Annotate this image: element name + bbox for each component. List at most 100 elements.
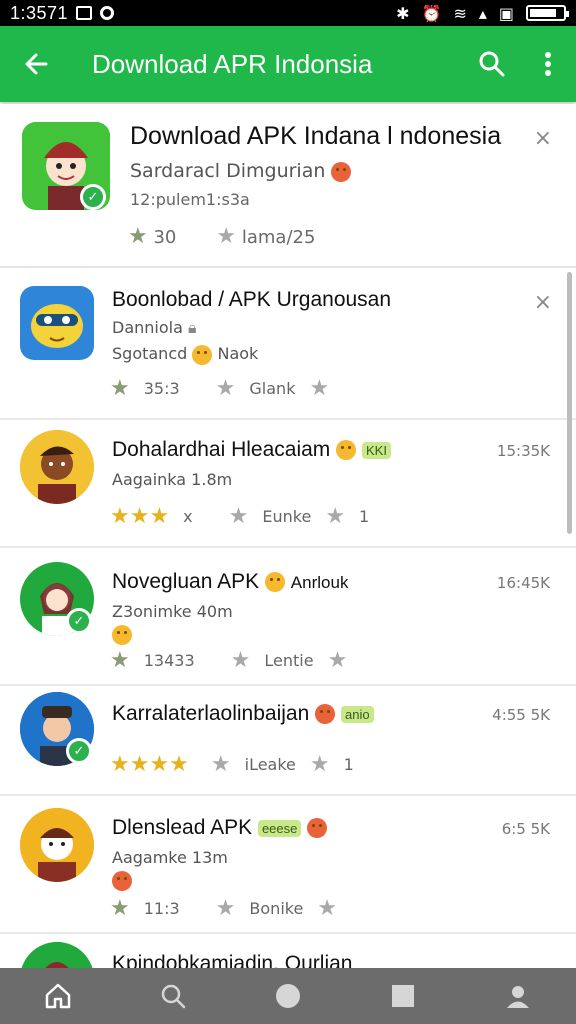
app-meta: Z3onimke 40m (112, 602, 233, 621)
app-rating: ★ 35:3 ★ Glank ★ (110, 376, 329, 401)
rating-count: Glank (249, 379, 296, 398)
list-item[interactable]: Kpindobkamiadin. Ourlian (0, 934, 576, 968)
app-size: 4:55 5K (492, 706, 550, 724)
app-size: 15:35K (496, 442, 550, 460)
app-size: 6:5 5K (501, 820, 550, 838)
verified-check-icon: ✓ (66, 738, 92, 764)
close-icon[interactable]: × (534, 126, 552, 151)
status-time: 1:3571 (10, 2, 69, 23)
verified-check-icon: ✓ (66, 608, 92, 634)
star-icon: ★ (317, 896, 338, 921)
app-size: 16:45K (496, 574, 550, 592)
image-icon (76, 6, 93, 20)
app-title: Novegluan APK (112, 570, 260, 593)
emoji-icon (315, 704, 336, 725)
rating-value: 11:3 (143, 899, 180, 918)
back-arrow-icon[interactable] (0, 26, 72, 102)
alarm-icon: ⏰ (421, 3, 442, 23)
list-item[interactable]: Dohalardhai Hleacaiam KKI 15:35K Aagaink… (0, 420, 576, 548)
star-icon: ★★★ (110, 504, 170, 529)
lock-icon: 🔒︎ (187, 318, 197, 337)
list-item[interactable]: ✓ Novegluan APK Anrlouk 16:45K Z3onimke … (0, 548, 576, 686)
rating-count: Eunke (262, 507, 312, 526)
tag-badge: KKI (361, 441, 391, 459)
emoji-icon (112, 870, 132, 891)
verified-check-icon: ✓ (80, 184, 106, 210)
app-meta-2: Naok (217, 344, 259, 363)
emoji-icon (112, 624, 132, 645)
emoji-icon (307, 818, 328, 839)
close-icon[interactable]: × (534, 290, 552, 315)
emoji-icon (331, 161, 352, 182)
star-icon: ★ (309, 376, 330, 401)
app-title: Boonlobad / APK Urganousan (112, 288, 392, 311)
rating-value: 13433 (143, 651, 195, 670)
app-bar: Download APR Indonsia (0, 26, 576, 102)
app-icon (20, 430, 94, 504)
search-icon[interactable] (464, 26, 520, 102)
star-icon: ★ (215, 376, 236, 401)
featured-title: Download APK Indana l ndonesia (130, 122, 502, 150)
star-icon: ★ (110, 896, 130, 921)
status-bar: 1:3571 ✱ ⏰ ≋ ▴ ▣ (0, 0, 576, 26)
app-rating: ★ 11:3 ★ Bonike ★ (110, 896, 337, 921)
emoji-icon (336, 440, 357, 461)
app-icon (20, 942, 94, 968)
bottom-nav (0, 968, 576, 1024)
star-icon: ★ (325, 504, 346, 529)
star-icon: ★ (110, 376, 130, 401)
app-title: Dlenslead APK (112, 816, 253, 839)
app-title-suffix: Anrlouk (290, 573, 349, 592)
star-icon: ★ (210, 752, 231, 777)
rating-suffix: 1 (359, 507, 370, 526)
square-icon[interactable] (373, 968, 433, 1024)
app-meta: Aagainka 1.8m (112, 470, 233, 489)
tag-badge: eeese (257, 819, 302, 837)
featured-rating: ★ 30 ★ lama/25 (128, 224, 315, 249)
star-icon: ★ (309, 752, 330, 777)
star-icon: ★ (228, 504, 249, 529)
app-title: Kpindobkamiadin. Ourlian (112, 952, 353, 968)
rating-value: 30 (153, 227, 177, 248)
star-icon: ★ (230, 648, 251, 673)
rating-count: iLeake (244, 755, 296, 774)
rating-count: Lentie (264, 651, 314, 670)
more-vert-icon[interactable] (520, 26, 576, 102)
emoji-icon (264, 572, 285, 593)
profile-icon[interactable] (488, 968, 548, 1024)
featured-meta: 12:pulem1:s3a (130, 190, 250, 209)
featured-subtitle: Sardaracl Dimgurian (130, 160, 326, 182)
app-developer: Danniola (112, 318, 183, 337)
tag-badge: anio (340, 705, 374, 723)
home-icon[interactable] (28, 968, 88, 1024)
list-item[interactable]: Boonlobad / APK Urganousan × Danniola 🔒︎… (0, 270, 576, 420)
star-icon: ★★★★ (110, 752, 189, 777)
app-rating: ★★★ x ★ Eunke ★ 1 (110, 504, 369, 529)
star-icon: ★ (216, 224, 237, 249)
circle-icon[interactable] (258, 968, 318, 1024)
app-meta: Aagamke 13m (112, 848, 228, 867)
featured-app-card[interactable]: ✓ Download APK Indana l ndonesia × Sarda… (0, 104, 576, 268)
app-meta: Sgotancd (112, 344, 188, 363)
rating-value: 35:3 (143, 379, 180, 398)
scrollbar[interactable] (567, 272, 572, 534)
rating-value: x (183, 507, 193, 526)
app-icon (20, 808, 94, 882)
app-list[interactable]: Boonlobad / APK Urganousan × Danniola 🔒︎… (0, 270, 576, 968)
app-rating: ★★★★ ★ iLeake ★ 1 (110, 752, 354, 777)
app-rating: ★ 13433 ★ Lentie ★ (110, 648, 347, 673)
app-title: Karralaterlaolinbaijan (112, 702, 310, 725)
rating-count: lama/25 (241, 227, 316, 248)
search-icon[interactable] (143, 968, 203, 1024)
page-title: Download APR Indonsia (92, 48, 373, 79)
rating-count: Bonike (249, 899, 304, 918)
list-item[interactable]: ✓ Karralaterlaolinbaijan anio 4:55 5K ★★… (0, 686, 576, 796)
bluetooth-icon: ✱ (396, 3, 410, 23)
wifi-icon: ≋ (453, 3, 467, 23)
emoji-icon (192, 344, 213, 365)
signal-icon: ▴ (478, 3, 487, 23)
star-icon: ★ (110, 648, 130, 673)
rating-suffix: 1 (343, 755, 354, 774)
list-item[interactable]: Dlenslead APK eeese 6:5 5K Aagamke 13m ★… (0, 796, 576, 934)
app-title: Dohalardhai Hleacaiam (112, 438, 331, 461)
